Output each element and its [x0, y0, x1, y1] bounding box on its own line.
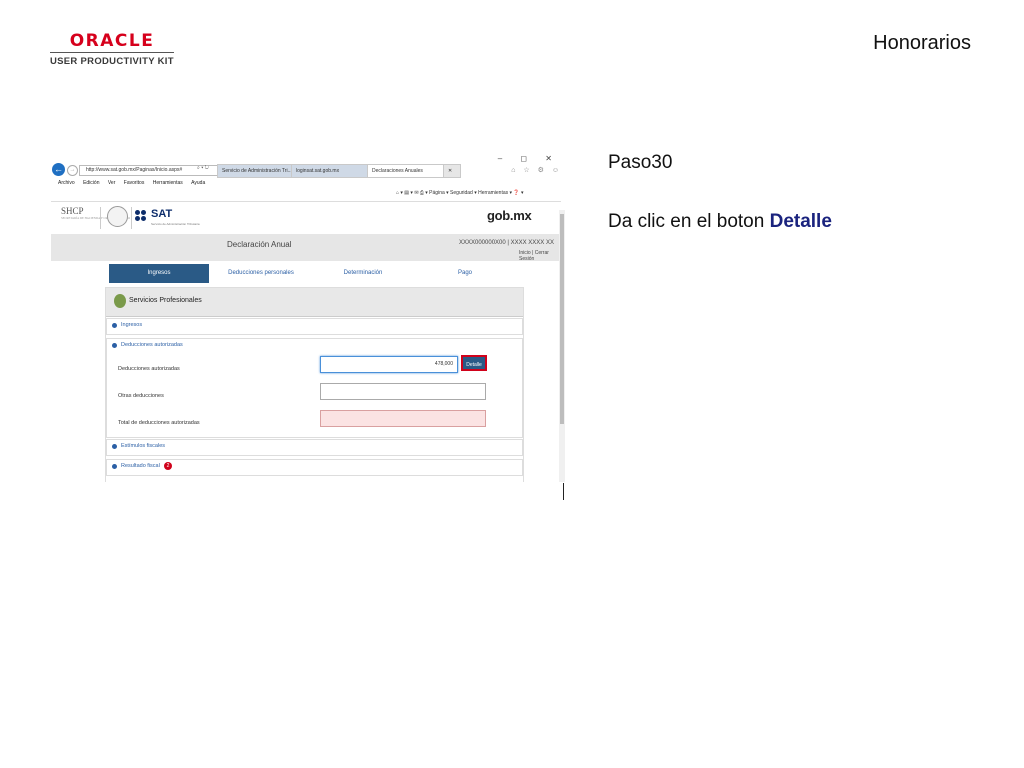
header-divider [131, 207, 132, 229]
step-title: Paso30 [608, 152, 673, 173]
browser-screenshot: – ◻ ✕ ← → http://www.sat.gob.mx/Paginas/… [51, 152, 566, 482]
panel-header: Servicios Profesionales [106, 288, 523, 317]
gobmx-logo[interactable]: gob.mx [487, 208, 532, 223]
slide-title: Honorarios [873, 32, 971, 54]
shcp-text: SHCP [61, 206, 84, 216]
section-label: Estímulos fiscales [121, 443, 166, 449]
sat-subtitle: Servicio de Administración Tributaria [151, 222, 200, 226]
sat-wordmark: SAT [151, 208, 173, 220]
menu-item[interactable]: Favoritos [124, 180, 145, 186]
menu-item[interactable]: Archivo [58, 180, 75, 186]
oracle-upk-logo: ORACLE USER PRODUCTIVITY KIT [50, 32, 174, 67]
otras-deducciones-input[interactable] [320, 383, 486, 400]
site-header: SHCP SECRETARÍA DE HACIENDA Y CRÉDITO PÚB… [51, 201, 561, 235]
forward-icon[interactable]: → [67, 165, 78, 176]
header-divider [100, 207, 101, 229]
instruction-target: Detalle [769, 211, 832, 232]
tab-deducciones-personales[interactable]: Deducciones personales [211, 264, 311, 283]
section-label: Ingresos [121, 322, 143, 328]
panel-title: Servicios Profesionales [129, 297, 202, 304]
command-bar[interactable]: ⌂ ▾ ▤ ▾ ✉ ⎙ ▾ Página ▾ Seguridad ▾ Herra… [396, 190, 524, 196]
collapse-icon[interactable] [112, 343, 117, 348]
instruction-text: Da clic en el boton [608, 211, 770, 232]
expand-icon [112, 444, 117, 449]
total-deducciones-input [320, 410, 486, 427]
tab-determinacion[interactable]: Determinación [313, 264, 413, 283]
declaration-band: Declaración Anual XXXX000000X00 | XXXX X… [51, 234, 561, 262]
expand-icon [112, 323, 117, 328]
deducciones-autorizadas-input[interactable]: 478,000 [320, 356, 458, 373]
field-label: Deducciones autorizadas [118, 366, 180, 372]
section-estimulos-fiscales[interactable]: Estímulos fiscales [106, 439, 523, 456]
browser-tab[interactable]: Servicio de Administración Tri... [217, 164, 297, 178]
text-cursor [563, 483, 564, 500]
favorites-icons[interactable]: ⌂ ☆ ⚙ ☺ [511, 166, 562, 174]
upk-subtitle: USER PRODUCTIVITY KIT [50, 56, 174, 67]
info-person-icon [114, 294, 126, 308]
back-icon[interactable]: ← [52, 163, 65, 176]
declaration-nav-tabs: Ingresos Deducciones personales Determin… [109, 264, 517, 283]
browser-tab-active[interactable]: Declaraciones Anuales [367, 164, 451, 178]
field-label: Otras deducciones [118, 393, 164, 399]
field-label: Total de deducciones autorizadas [118, 420, 200, 426]
session-links[interactable]: Inicio | Cerrar Sesión [519, 250, 561, 262]
declaration-title: Declaración Anual [227, 240, 292, 249]
menu-bar: Archivo Edición Ver Favoritos Herramient… [51, 180, 566, 189]
servicios-profesionales-panel: Servicios Profesionales Ingresos Deducci… [105, 287, 524, 482]
section-ingresos[interactable]: Ingresos [106, 318, 523, 335]
new-tab-button[interactable]: ✕ [443, 164, 461, 178]
step-instruction: Da clic en el boton Detalle [608, 211, 832, 233]
section-label[interactable]: Deducciones autorizadas [121, 342, 183, 348]
rfc-line: XXXX000000X00 | XXXX XXXX XX [459, 240, 554, 246]
menu-item[interactable]: Ver [108, 180, 116, 186]
url-controls[interactable]: ⌕ ▾ ↻ [197, 165, 209, 171]
window-controls[interactable]: – ◻ ✕ [498, 154, 560, 163]
tab-pago[interactable]: Pago [415, 264, 515, 283]
expand-icon [112, 464, 117, 469]
menu-item[interactable]: Herramientas [153, 180, 183, 186]
logo-divider [50, 52, 174, 53]
browser-tab[interactable]: loginsat.sat.gob.mx [291, 164, 371, 178]
address-bar-row: ← → http://www.sat.gob.mx/Paginas/Inicio… [51, 163, 566, 180]
scrollbar-thumb[interactable] [560, 214, 564, 424]
detalle-button[interactable]: Detalle [461, 355, 487, 371]
sat-logo-icon [135, 210, 149, 224]
oracle-wordmark: ORACLE [69, 31, 155, 51]
section-label: Resultado fiscal [121, 463, 160, 469]
tab-ingresos[interactable]: Ingresos [109, 264, 209, 283]
national-seal-icon [107, 206, 128, 227]
menu-item[interactable]: Edición [83, 180, 99, 186]
resultado-badge: 2 [164, 462, 172, 470]
menu-item[interactable]: Ayuda [191, 180, 205, 186]
